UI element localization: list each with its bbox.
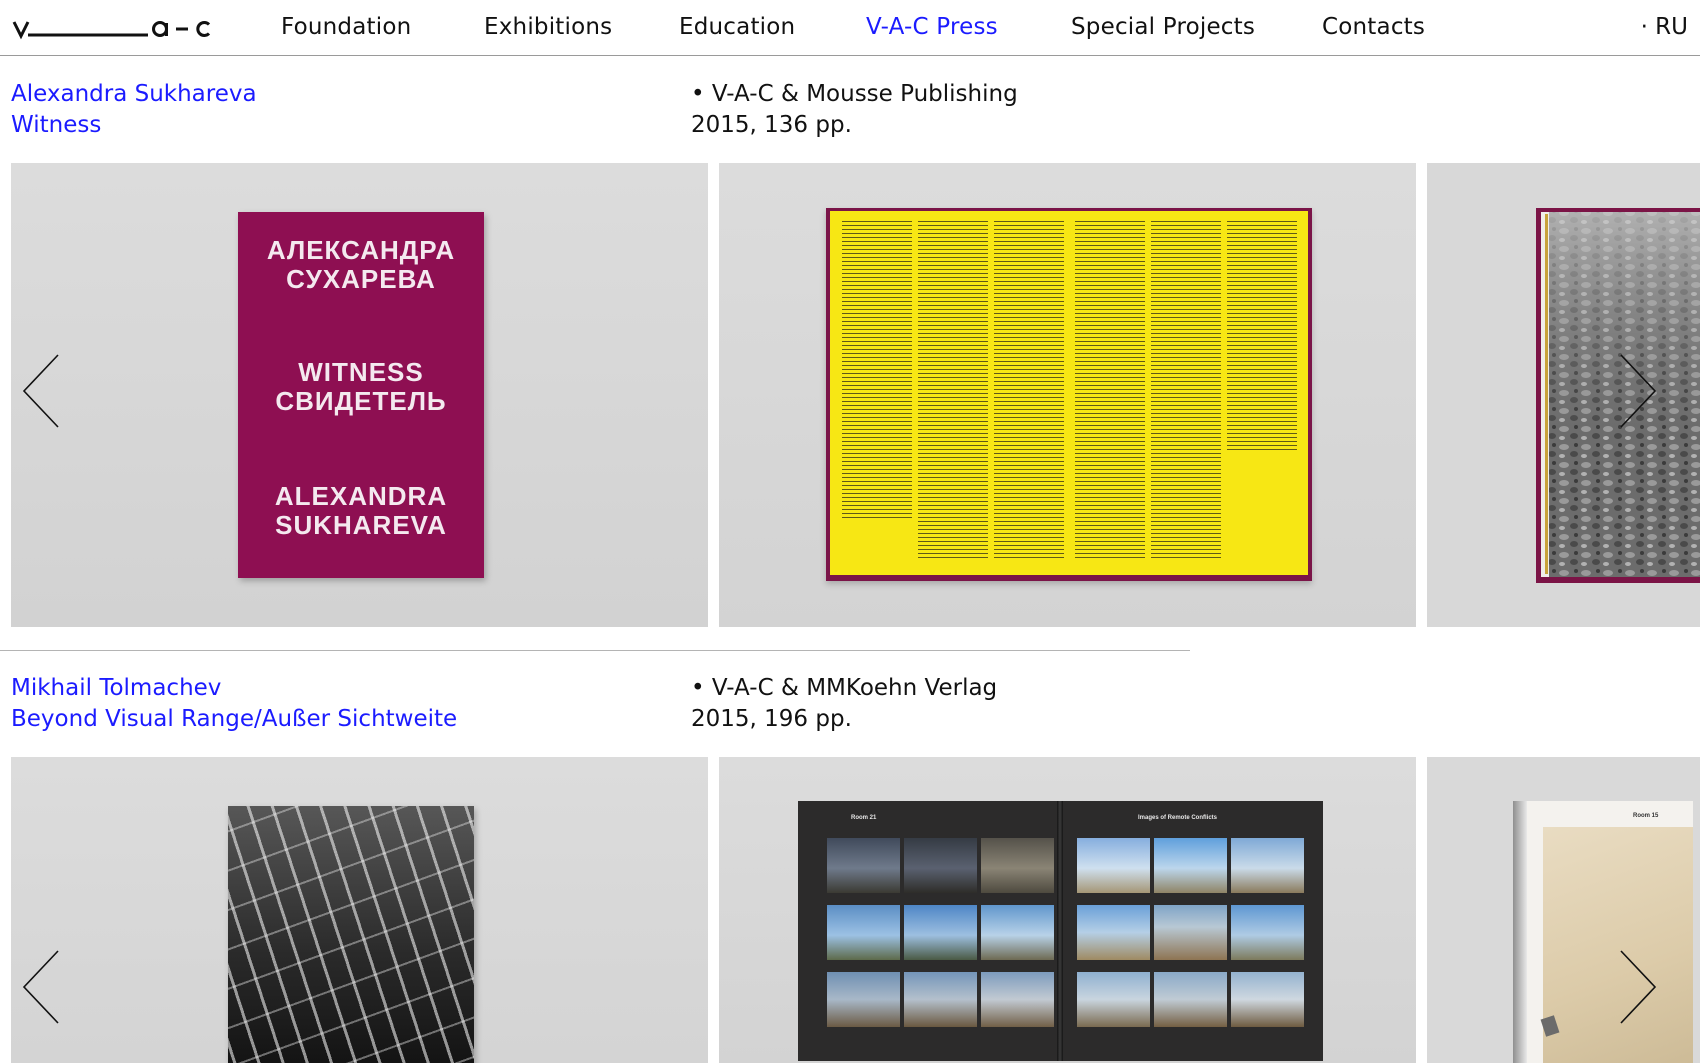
photo-thumbnail	[1154, 838, 1227, 893]
photo-thumbnail	[1154, 905, 1227, 960]
book-page	[1069, 211, 1308, 575]
spread-label: Room 15	[1633, 813, 1659, 819]
publisher: • V-A-C & Mousse Publishing	[691, 81, 1018, 107]
photo-thumbnail	[904, 838, 977, 893]
cover-text: WITNESS	[298, 357, 424, 387]
carousel-slide	[1427, 163, 1700, 627]
nav-foundation[interactable]: Foundation	[281, 14, 411, 40]
publication-title-block: Mikhail Tolmachev Beyond Visual Range/Au…	[11, 673, 457, 735]
publication-meta: • V-A-C & MMKoehn Verlag 2015, 196 pp.	[691, 673, 997, 735]
text-column	[1151, 221, 1221, 561]
photo-thumbnail	[904, 972, 977, 1027]
photo-thumbnail	[981, 972, 1054, 1027]
photo-thumbnail	[827, 838, 900, 893]
spread-label: Images of Remote Conflicts	[1138, 815, 1218, 821]
photo-thumbnail	[1154, 972, 1227, 1027]
nav-special-projects[interactable]: Special Projects	[1071, 14, 1255, 40]
chevron-left-icon[interactable]	[22, 353, 62, 429]
book-page-edge	[1513, 801, 1527, 1063]
photo-thumbnail	[981, 905, 1054, 960]
chevron-left-icon[interactable]	[22, 949, 62, 1025]
cover-text: СУХАРЕВА	[286, 264, 436, 294]
cover-text: АЛЕКСАНДРА	[266, 235, 456, 265]
open-book-spread: Room 21 Images of Remote Conflicts	[798, 801, 1323, 1061]
carousel-slide	[719, 163, 1416, 627]
nav-exhibitions[interactable]: Exhibitions	[484, 14, 612, 40]
image-carousel[interactable]: Room 21 Images of Remote Conflicts Room …	[11, 757, 1700, 1063]
carousel-slide	[11, 757, 708, 1063]
spread-label: Room 21	[851, 815, 877, 821]
open-book-spread	[826, 208, 1312, 581]
nav-contacts[interactable]: Contacts	[1322, 14, 1425, 40]
photo-thumbnail	[827, 972, 900, 1027]
photo-thumbnail	[1077, 905, 1150, 960]
vac-logo[interactable]	[12, 14, 212, 42]
carousel-slide: Room 15	[1427, 757, 1700, 1063]
cover-text: СВИДЕТЕЛЬ	[275, 386, 447, 416]
photo-thumbnail	[1231, 972, 1304, 1027]
publication-details: 2015, 196 pp.	[691, 706, 852, 732]
chevron-right-icon[interactable]	[1617, 949, 1657, 1025]
author-link[interactable]: Mikhail Tolmachev	[11, 673, 457, 704]
text-column	[1227, 221, 1297, 451]
open-book-spread: Room 15	[1513, 801, 1693, 1063]
carousel-slide: Room 21 Images of Remote Conflicts	[719, 757, 1416, 1063]
photo-thumbnail	[904, 905, 977, 960]
language-switch-ru[interactable]: · RU	[1641, 14, 1688, 40]
publisher: • V-A-C & MMKoehn Verlag	[691, 675, 998, 701]
book-page	[830, 211, 1069, 575]
publication-title-link[interactable]: Witness	[11, 110, 257, 141]
photo-thumbnail	[1077, 838, 1150, 893]
publication-details: 2015, 136 pp.	[691, 112, 852, 138]
cover-text: SUKHAREVA	[275, 510, 447, 540]
photo-thumbnail	[1077, 972, 1150, 1027]
cover-text: ALEXANDRA	[274, 481, 448, 511]
book-cover: АЛЕКСАНДРА СУХАРЕВА WITNESS СВИДЕТЕЛЬ AL…	[238, 212, 484, 578]
carousel-slide: АЛЕКСАНДРА СУХАРЕВА WITNESS СВИДЕТЕЛЬ AL…	[11, 163, 708, 627]
photo-thumbnail	[1231, 905, 1304, 960]
publication-meta: • V-A-C & Mousse Publishing 2015, 136 pp…	[691, 79, 1018, 141]
author-link[interactable]: Alexandra Sukhareva	[11, 79, 257, 110]
entry-divider	[0, 650, 1190, 651]
text-column	[994, 221, 1064, 561]
top-navigation-bar: Foundation Exhibitions Education V-A-C P…	[0, 0, 1700, 56]
photo-thumbnail	[981, 838, 1054, 893]
photo-thumbnail	[1231, 838, 1304, 893]
publication-title-link[interactable]: Beyond Visual Range/Außer Sichtweite	[11, 704, 457, 735]
text-column	[918, 221, 988, 561]
nav-education[interactable]: Education	[679, 14, 795, 40]
text-column	[842, 221, 912, 521]
image-carousel[interactable]: АЛЕКСАНДРА СУХАРЕВА WITNESS СВИДЕТЕЛЬ AL…	[11, 163, 1700, 627]
publication-title-block: Alexandra Sukhareva Witness	[11, 79, 257, 141]
chevron-right-icon[interactable]	[1617, 353, 1657, 429]
text-column	[1075, 221, 1145, 561]
nav-vac-press[interactable]: V-A-C Press	[866, 14, 998, 40]
photo-thumbnail	[827, 905, 900, 960]
book-gutter	[1057, 801, 1063, 1061]
book-cover	[228, 806, 474, 1063]
photo-print	[1543, 827, 1693, 1063]
